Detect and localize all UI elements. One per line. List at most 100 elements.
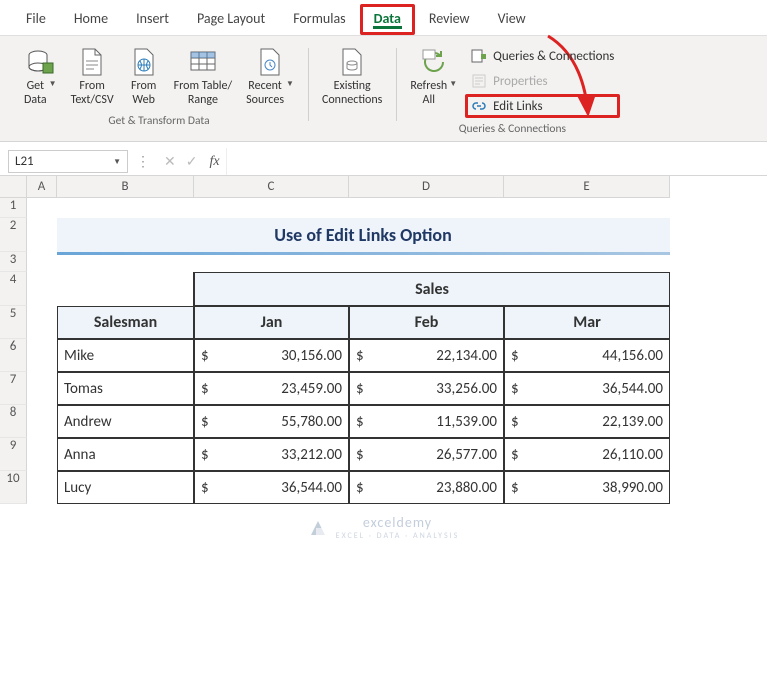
- salesman-cell[interactable]: Lucy: [57, 471, 194, 504]
- recent-sources-button[interactable]: Recent Sources▼: [240, 44, 300, 110]
- money-cell[interactable]: $30,156.00: [194, 339, 349, 372]
- table-row: Andrew$55,780.00$11,539.00$22,139.00: [27, 405, 767, 438]
- tab-home[interactable]: Home: [60, 4, 122, 35]
- money-cell[interactable]: $26,577.00: [349, 438, 504, 471]
- money-value: 33,256.00: [436, 380, 497, 398]
- group-get-transform: Get Data▼ From Text/CSV From Web From Ta…: [10, 44, 308, 139]
- recent-sources-icon: [254, 46, 286, 78]
- money-cell[interactable]: $33,256.00: [349, 372, 504, 405]
- money-value: 30,156.00: [281, 347, 342, 365]
- row-header[interactable]: 8: [0, 405, 27, 438]
- currency-symbol: $: [201, 380, 209, 398]
- sales-header[interactable]: Sales: [194, 272, 670, 306]
- queries-connections-icon: [471, 48, 487, 64]
- row-header[interactable]: 7: [0, 372, 27, 405]
- queries-connections-button[interactable]: Queries & Connections: [465, 44, 620, 68]
- edit-links-button[interactable]: Edit Links: [465, 94, 620, 118]
- money-cell[interactable]: $23,880.00: [349, 471, 504, 504]
- tab-file[interactable]: File: [12, 4, 60, 35]
- group-label-get-transform: Get & Transform Data: [18, 114, 300, 131]
- table-range-icon: [187, 46, 219, 78]
- money-cell[interactable]: $22,139.00: [504, 405, 670, 438]
- currency-symbol: $: [201, 479, 209, 497]
- row-header[interactable]: 4: [0, 272, 27, 306]
- money-cell[interactable]: $55,780.00: [194, 405, 349, 438]
- row-header[interactable]: 9: [0, 438, 27, 471]
- enter-icon: ✓: [186, 153, 198, 170]
- money-value: 38,990.00: [602, 479, 663, 497]
- col-header[interactable]: C: [194, 176, 349, 198]
- money-cell[interactable]: $44,156.00: [504, 339, 670, 372]
- tab-insert[interactable]: Insert: [122, 4, 183, 35]
- tab-data[interactable]: Data: [360, 4, 415, 35]
- web-icon: [128, 46, 160, 78]
- money-cell[interactable]: $22,134.00: [349, 339, 504, 372]
- existing-connections-button[interactable]: Existing Connections: [316, 44, 388, 110]
- table-row: Tomas$23,459.00$33,256.00$36,544.00: [27, 372, 767, 405]
- tab-view[interactable]: View: [484, 4, 540, 35]
- tab-page-layout[interactable]: Page Layout: [183, 4, 279, 35]
- currency-symbol: $: [201, 413, 209, 431]
- select-all-corner[interactable]: [0, 176, 27, 198]
- namebox-caret-icon: ▼: [113, 157, 121, 167]
- table-row: Anna$33,212.00$26,577.00$26,110.00: [27, 438, 767, 471]
- col-header[interactable]: B: [57, 176, 194, 198]
- fx-label[interactable]: fx: [203, 148, 225, 175]
- sheet-title[interactable]: Use of Edit Links Option: [57, 218, 670, 252]
- money-value: 26,110.00: [602, 446, 663, 464]
- title-underline: [57, 252, 670, 255]
- get-data-icon: [24, 46, 56, 78]
- row-header[interactable]: 1: [0, 198, 27, 218]
- from-web-button[interactable]: From Web: [122, 44, 166, 110]
- salesman-cell[interactable]: Tomas: [57, 372, 194, 405]
- month-header-jan[interactable]: Jan: [194, 306, 349, 339]
- money-cell[interactable]: $33,212.00: [194, 438, 349, 471]
- money-value: 11,539.00: [436, 413, 497, 431]
- salesman-cell[interactable]: Anna: [57, 438, 194, 471]
- from-text-csv-button[interactable]: From Text/CSV: [65, 44, 120, 110]
- tab-review[interactable]: Review: [415, 4, 484, 35]
- tab-formulas[interactable]: Formulas: [279, 4, 359, 35]
- row-header[interactable]: 6: [0, 339, 27, 372]
- money-cell[interactable]: $23,459.00: [194, 372, 349, 405]
- col-header[interactable]: E: [504, 176, 670, 198]
- name-box[interactable]: L21 ▼: [8, 150, 128, 173]
- from-table-range-button[interactable]: From Table/ Range: [168, 44, 238, 110]
- currency-symbol: $: [356, 380, 364, 398]
- refresh-icon: [418, 46, 450, 78]
- money-cell[interactable]: $36,544.00: [504, 372, 670, 405]
- month-header-mar[interactable]: Mar: [504, 306, 670, 339]
- month-header-feb[interactable]: Feb: [349, 306, 504, 339]
- salesman-cell[interactable]: Mike: [57, 339, 194, 372]
- properties-icon: [471, 73, 487, 89]
- money-value: 36,544.00: [602, 380, 663, 398]
- row-header[interactable]: 3: [0, 252, 27, 272]
- col-header[interactable]: A: [27, 176, 57, 198]
- currency-symbol: $: [511, 446, 519, 464]
- currency-symbol: $: [356, 347, 364, 365]
- salesman-header[interactable]: Salesman: [57, 306, 194, 339]
- refresh-all-button[interactable]: Refresh All▼: [404, 44, 463, 110]
- ribbon-tabs: File Home Insert Page Layout Formulas Da…: [0, 0, 767, 36]
- get-data-button[interactable]: Get Data▼: [18, 44, 63, 110]
- money-value: 44,156.00: [602, 347, 663, 365]
- row-header[interactable]: 2: [0, 218, 27, 252]
- table-row: Lucy$36,544.00$23,880.00$38,990.00: [27, 471, 767, 504]
- ribbon: Get Data▼ From Text/CSV From Web From Ta…: [0, 36, 767, 142]
- money-cell[interactable]: $36,544.00: [194, 471, 349, 504]
- money-value: 23,459.00: [281, 380, 342, 398]
- watermark: exceldemy EXCEL · DATA · ANALYSIS: [0, 514, 767, 541]
- row-header[interactable]: 5: [0, 306, 27, 339]
- currency-symbol: $: [201, 347, 209, 365]
- money-cell[interactable]: $38,990.00: [504, 471, 670, 504]
- money-cell[interactable]: $26,110.00: [504, 438, 670, 471]
- worksheet-grid: A B C D E 1 2 3 4 5 6 7 8 9 10 Use of Ed…: [0, 176, 767, 504]
- currency-symbol: $: [356, 446, 364, 464]
- col-header[interactable]: D: [349, 176, 504, 198]
- formula-input[interactable]: [226, 148, 767, 175]
- row-header[interactable]: 10: [0, 471, 27, 504]
- money-value: 33,212.00: [281, 446, 342, 464]
- currency-symbol: $: [356, 413, 364, 431]
- money-cell[interactable]: $11,539.00: [349, 405, 504, 438]
- salesman-cell[interactable]: Andrew: [57, 405, 194, 438]
